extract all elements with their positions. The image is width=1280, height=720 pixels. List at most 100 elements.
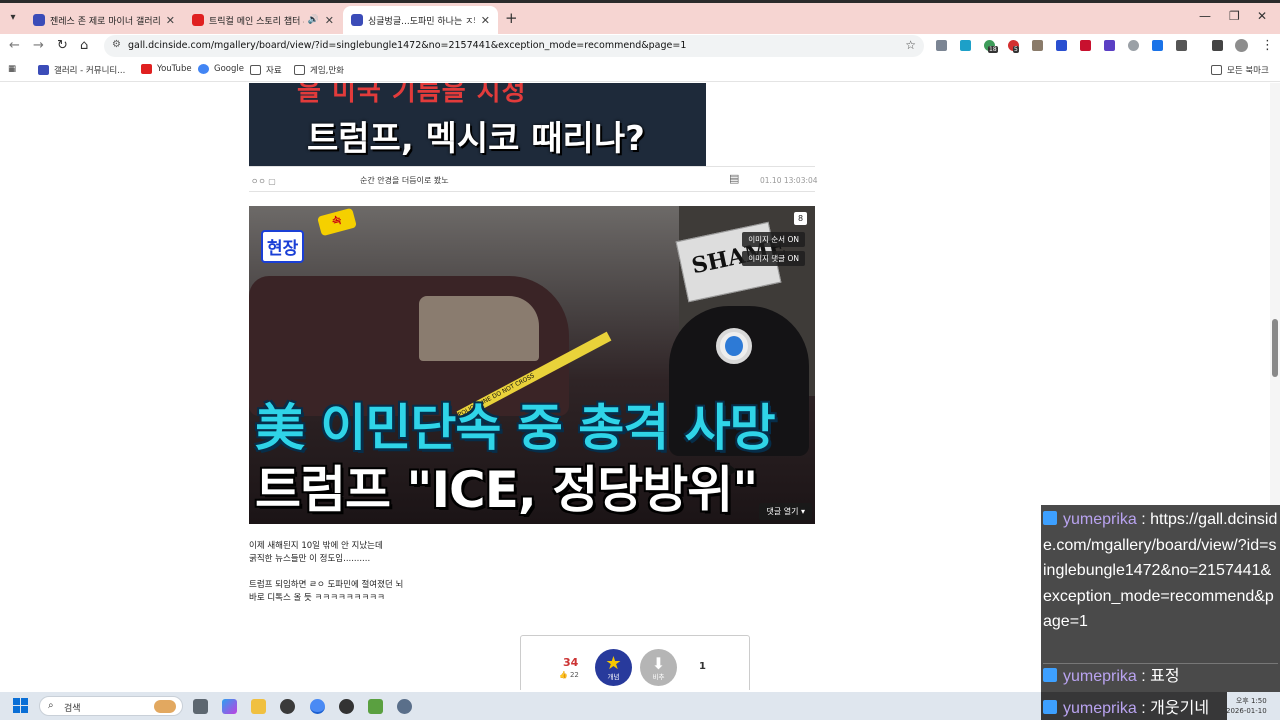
- close-tab-icon[interactable]: ✕: [166, 14, 175, 27]
- image-headline-2: 트럼프 "ICE, 정당방위": [255, 461, 758, 519]
- extension-icon[interactable]: [1104, 40, 1115, 51]
- bookmark-gallery[interactable]: 갤러리 - 커뮤니티...: [38, 64, 125, 76]
- tab-zzz-gallery[interactable]: 젠레스 존 제로 마이너 갤러리 ✕: [25, 6, 183, 34]
- bookmark-label: 갤러리 - 커뮤니티...: [54, 66, 126, 76]
- image-comment-toggle[interactable]: 이미지 댓글 ON: [742, 251, 805, 266]
- image-order-toggle[interactable]: 이미지 순서 ON: [742, 232, 805, 247]
- bookmarks-bar: ▦ 갤러리 - 커뮤니티... YouTube Google 자료 게임,만화 …: [0, 58, 1280, 82]
- chat-username: yumeprika: [1063, 700, 1137, 717]
- new-tab-plus-icon[interactable]: +: [505, 9, 518, 27]
- bookmark-label: 게임,만화: [310, 66, 344, 76]
- tab-trickcal-story[interactable]: 트릭컬 메인 스토리 챕터 4 🔊 ✕: [184, 6, 342, 34]
- tab-search-chevron-icon[interactable]: ▾: [4, 9, 22, 27]
- divider: [249, 166, 815, 167]
- upvote-button[interactable]: ★ 개념: [595, 649, 632, 686]
- thumbnail-headline: 트럼프, 멕시코 때리나?: [307, 119, 645, 159]
- stream-chat-overlay: yumeprika : https://gall.dcinside.com/mg…: [1041, 505, 1280, 692]
- window-top-border: [0, 0, 1280, 3]
- open-comments-button[interactable]: 댓글 열기 ▾: [759, 503, 812, 520]
- close-window-icon[interactable]: ✕: [1257, 9, 1267, 23]
- image-count-badge: 8: [794, 212, 807, 225]
- google-icon: [198, 64, 209, 74]
- dcinside-favicon-icon: [33, 14, 45, 26]
- bookmark-star-icon[interactable]: ☆: [905, 38, 916, 52]
- news-image-ice[interactable]: POLICE LINE DO NOT CROSS SHAME 속 현장 美 이민…: [249, 206, 815, 524]
- chat-username: yumeprika: [1063, 511, 1137, 528]
- url-text: gall.dcinside.com/mgallery/board/view/?i…: [128, 40, 687, 51]
- body-line: 트럼프 되임하면 ㄹㅇ 도파민에 절여졌던 뇌: [249, 580, 404, 590]
- bookmark-label: Google: [214, 64, 244, 74]
- app-icon[interactable]: [368, 699, 383, 714]
- extension-badge: 5: [1013, 46, 1019, 53]
- search-icon: ⌕: [48, 700, 54, 711]
- dcinside-favicon-icon: [351, 14, 363, 26]
- task-view-icon[interactable]: [193, 699, 208, 714]
- copilot-icon[interactable]: [222, 699, 237, 714]
- extension-icon[interactable]: [1128, 40, 1139, 51]
- extension-icon[interactable]: [960, 40, 971, 51]
- minimize-icon[interactable]: —: [1199, 9, 1211, 23]
- extensions-puzzle-icon[interactable]: [1176, 40, 1187, 51]
- address-bar[interactable]: ⚙ gall.dcinside.com/mgallery/board/view/…: [104, 35, 924, 57]
- download-icon[interactable]: [1152, 40, 1163, 51]
- vote-box: 34 👍 22 ★ 개념 ⬇ 비추 1: [520, 635, 750, 690]
- all-bookmarks[interactable]: 모든 북마크: [1211, 64, 1269, 76]
- comment-nick: ㅇㅇ ▢: [251, 177, 276, 186]
- profile-avatar[interactable]: [1235, 39, 1248, 52]
- extension-badge: 18: [988, 46, 998, 53]
- tab-singlebungle[interactable]: 싱글벙글...도파민 하나는 ㅈ되는 ✕: [343, 6, 498, 34]
- star-icon: ★: [605, 653, 622, 674]
- bookmark-youtube[interactable]: YouTube: [141, 64, 192, 74]
- taskbar-search[interactable]: ⌕ 검색: [39, 696, 183, 716]
- chat-message: yumeprika : https://gall.dcinside.com/mg…: [1043, 511, 1278, 630]
- youtube-icon: [141, 64, 152, 74]
- apps-grid-icon[interactable]: ▦: [8, 64, 16, 74]
- back-arrow-icon[interactable]: ←: [9, 38, 20, 53]
- chat-text: 표정: [1150, 668, 1180, 685]
- bookmark-google[interactable]: Google: [198, 64, 244, 74]
- scrollbar-thumb[interactable]: [1272, 319, 1278, 377]
- site-info-icon[interactable]: ⚙: [112, 39, 121, 50]
- chat-user-icon: [1043, 700, 1057, 714]
- fixed-upvote-count: 👍 22: [559, 671, 579, 679]
- reply-icon[interactable]: ▤: [729, 172, 739, 185]
- chat-text: 개웃기네: [1150, 700, 1210, 717]
- close-tab-icon[interactable]: ✕: [481, 14, 490, 27]
- bookmark-folder-resources[interactable]: 자료: [250, 64, 282, 76]
- bookmark-label: YouTube: [157, 64, 192, 74]
- chrome-icon[interactable]: [310, 699, 325, 714]
- youtube-favicon-icon: [192, 14, 204, 26]
- bookmark-folder-games[interactable]: 게임,만화: [294, 64, 344, 76]
- dcinside-favicon-icon: [38, 65, 49, 75]
- body-line: 바로 디톡스 올 듯 ㅋㅋㅋㅋㅋㅋㅋㅋㅋ: [249, 593, 385, 603]
- image-car-window: [419, 296, 539, 361]
- downvote-button[interactable]: ⬇ 비추: [640, 649, 677, 686]
- reload-icon[interactable]: ↻: [57, 38, 68, 53]
- video-thumbnail-mexico[interactable]: 을 미국 기름을 지정 트럼프, 멕시코 때리나?: [249, 83, 706, 166]
- extension-icon[interactable]: [1056, 40, 1067, 51]
- menu-kebab-icon[interactable]: ⋮: [1261, 38, 1274, 53]
- chat-username: yumeprika: [1063, 668, 1137, 685]
- app-icon[interactable]: [280, 699, 295, 714]
- forward-arrow-icon[interactable]: →: [33, 38, 44, 53]
- divider: [249, 191, 815, 192]
- extension-icon[interactable]: [936, 40, 947, 51]
- tab-title: 트릭컬 메인 스토리 챕터 4: [209, 16, 304, 27]
- thumbnail-headline-top: 을 미국 기름을 지정: [297, 83, 527, 107]
- windows-start-icon[interactable]: [13, 698, 29, 714]
- chat-user-icon: [1043, 668, 1057, 682]
- settings-gear-icon[interactable]: [397, 699, 412, 714]
- extension-icon[interactable]: [1080, 40, 1091, 51]
- reading-list-icon[interactable]: [1212, 40, 1223, 51]
- extension-icon[interactable]: [1032, 40, 1043, 51]
- field-badge: 현장: [261, 230, 305, 263]
- file-explorer-icon[interactable]: [251, 699, 266, 714]
- close-tab-icon[interactable]: ✕: [325, 14, 334, 27]
- taskbar-clock[interactable]: 오후 1:50 2026-01-10: [1226, 696, 1267, 716]
- home-icon[interactable]: ⌂: [80, 38, 88, 53]
- speaker-icon[interactable]: 🔊: [308, 15, 319, 25]
- restore-icon[interactable]: ❐: [1229, 9, 1240, 23]
- comment-text: 순간 안경을 더듬이로 봤노: [360, 176, 449, 185]
- clock-date: 2026-01-10: [1226, 707, 1267, 715]
- app-icon[interactable]: [339, 699, 354, 714]
